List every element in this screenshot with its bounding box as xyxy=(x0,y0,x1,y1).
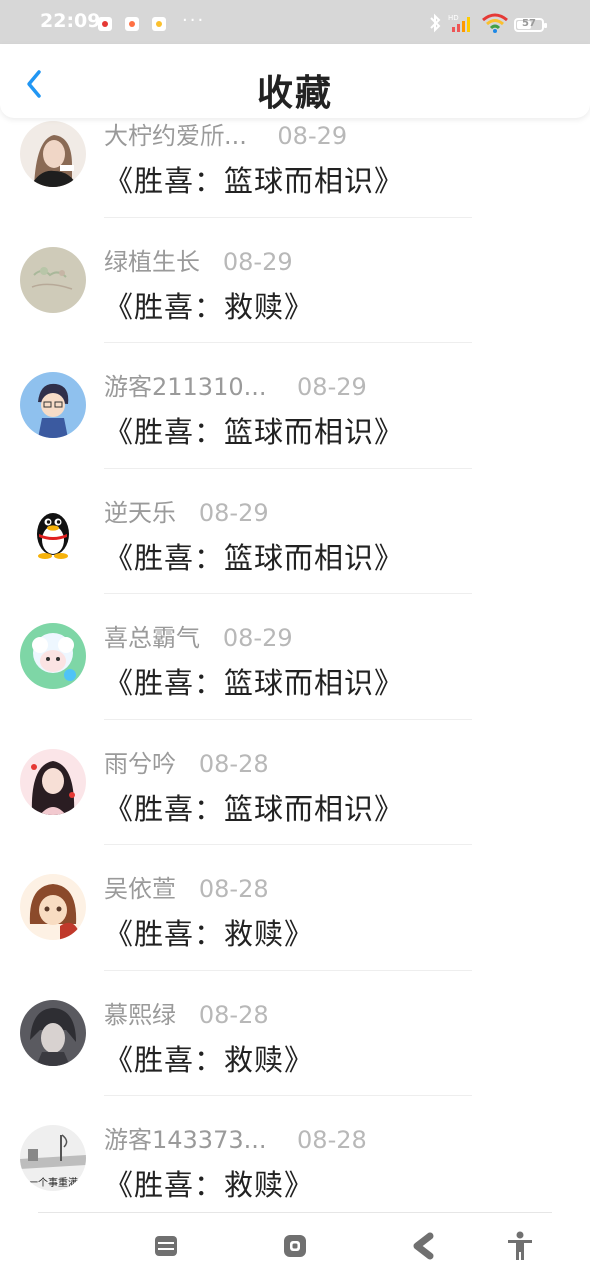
notification-icon xyxy=(98,17,112,31)
avatar[interactable]: 一个事重满 xyxy=(20,1125,86,1191)
divider xyxy=(38,1212,552,1213)
username: 雨兮吟 xyxy=(104,749,176,778)
list-item[interactable]: 游客211310... 08-29 《胜喜：篮球而相识》 xyxy=(0,343,590,469)
date: 08-28 xyxy=(297,1126,367,1154)
page-title: 收藏 xyxy=(256,73,333,114)
avatar[interactable] xyxy=(20,999,86,1066)
item-meta: 游客143373... 08-28 xyxy=(104,1120,367,1155)
work-title[interactable]: 《胜喜：篮球而相识》 xyxy=(104,535,404,577)
avatar[interactable] xyxy=(20,874,86,940)
work-title[interactable]: 《胜喜：救赎》 xyxy=(104,1162,314,1204)
anime-boy-avatar-icon xyxy=(20,372,86,438)
avatar[interactable] xyxy=(20,372,86,438)
item-meta: 雨兮吟 08-28 xyxy=(104,744,269,779)
favorites-list: 大柠约爱斦... 08-29 《胜喜：篮球而相识》 绿植生长 08-29 《胜喜… xyxy=(0,92,590,1222)
item-meta: 吴依萱 08-28 xyxy=(104,869,269,904)
username: 喜总霸气 xyxy=(104,624,200,652)
status-time: 22:09 xyxy=(40,10,101,32)
accessibility-button[interactable] xyxy=(502,1228,538,1264)
avatar[interactable] xyxy=(20,121,86,187)
item-meta: 大柠约爱斦... 08-29 xyxy=(104,116,347,151)
avatar[interactable] xyxy=(20,748,86,815)
notification-icon xyxy=(125,17,139,31)
date: 08-28 xyxy=(198,875,269,903)
avatar[interactable] xyxy=(20,497,86,564)
username: 游客211310... xyxy=(104,373,267,401)
anime-girl-avatar-icon xyxy=(20,748,86,815)
cartoon-girl-avatar-icon xyxy=(20,874,86,940)
item-meta: 慕熙绿 08-28 xyxy=(104,995,269,1030)
work-title[interactable]: 《胜喜：救赎》 xyxy=(104,1037,314,1079)
list-item[interactable]: 慕熙绿 08-28 《胜喜：救赎》 xyxy=(0,971,590,1096)
item-meta: 绿植生长 08-29 xyxy=(104,242,293,277)
battery-icon: 57 xyxy=(514,18,547,32)
menu-icon xyxy=(155,1236,177,1256)
avatar[interactable] xyxy=(20,623,86,689)
list-item[interactable]: 雨兮吟 08-28 《胜喜：篮球而相识》 xyxy=(0,720,590,845)
back-icon xyxy=(413,1232,434,1260)
username: 大柠约爱斦... xyxy=(104,122,247,150)
work-title[interactable]: 《胜喜：救赎》 xyxy=(104,284,314,326)
menu-button[interactable] xyxy=(148,1228,184,1264)
list-item[interactable]: 绿植生长 08-29 《胜喜：救赎》 xyxy=(0,218,590,343)
home-icon xyxy=(284,1235,306,1257)
svg-text:HD: HD xyxy=(448,14,459,22)
username: 游客143373... xyxy=(104,1126,267,1154)
date: 08-28 xyxy=(198,1000,269,1029)
date: 08-28 xyxy=(198,749,269,778)
header-bar: 收藏 xyxy=(0,44,590,118)
navigation-bar xyxy=(0,1212,590,1280)
plant-sketch-avatar-icon xyxy=(20,246,86,313)
dark-anime-avatar-icon xyxy=(20,999,86,1066)
more-notifications-icon: ··· xyxy=(182,10,206,31)
date: 08-29 xyxy=(198,498,269,527)
bluetooth-icon xyxy=(428,12,442,39)
item-meta: 喜总霸气 08-29 xyxy=(104,618,293,653)
work-title[interactable]: 《胜喜：篮球而相识》 xyxy=(104,409,404,451)
signal-icon: HD xyxy=(448,13,474,33)
list-item[interactable]: 喜总霸气 08-29 《胜喜：篮球而相识》 xyxy=(0,594,590,720)
list-item[interactable]: 吴依萱 08-28 《胜喜：救赎》 xyxy=(0,845,590,971)
date: 08-29 xyxy=(222,247,293,276)
list-item[interactable]: 一个事重满 游客143373... 08-28 《胜喜：救赎》 xyxy=(0,1096,590,1222)
work-title[interactable]: 《胜喜：篮球而相识》 xyxy=(104,660,404,702)
work-title[interactable]: 《胜喜：救赎》 xyxy=(104,911,314,953)
qq-penguin-avatar-icon xyxy=(20,497,86,564)
item-meta: 逆天乐 08-29 xyxy=(104,493,269,528)
username: 慕熙绿 xyxy=(104,1000,176,1029)
date: 08-29 xyxy=(277,122,348,150)
wifi-icon xyxy=(481,12,509,34)
work-title[interactable]: 《胜喜：篮球而相识》 xyxy=(104,786,404,828)
battery-level: 57 xyxy=(522,18,536,29)
avatar[interactable] xyxy=(20,246,86,313)
status-bar: 22:09 ··· HD 57 xyxy=(0,0,590,44)
back-nav-button[interactable] xyxy=(406,1228,442,1264)
username: 绿植生长 xyxy=(104,247,200,276)
cartoon-sheep-avatar-icon xyxy=(20,623,86,689)
portrait-avatar-icon xyxy=(20,121,86,187)
username: 吴依萱 xyxy=(104,875,176,903)
notification-icon xyxy=(152,17,166,31)
work-title[interactable]: 《胜喜：篮球而相识》 xyxy=(104,158,404,200)
date: 08-29 xyxy=(222,624,293,652)
home-button[interactable] xyxy=(277,1228,313,1264)
date: 08-29 xyxy=(297,373,367,401)
list-item[interactable]: 逆天乐 08-29 《胜喜：篮球而相识》 xyxy=(0,469,590,594)
accessibility-icon xyxy=(508,1231,532,1260)
avatar-caption: 一个事重满 xyxy=(28,1178,78,1189)
username: 逆天乐 xyxy=(104,498,176,527)
item-meta: 游客211310... 08-29 xyxy=(104,367,367,402)
